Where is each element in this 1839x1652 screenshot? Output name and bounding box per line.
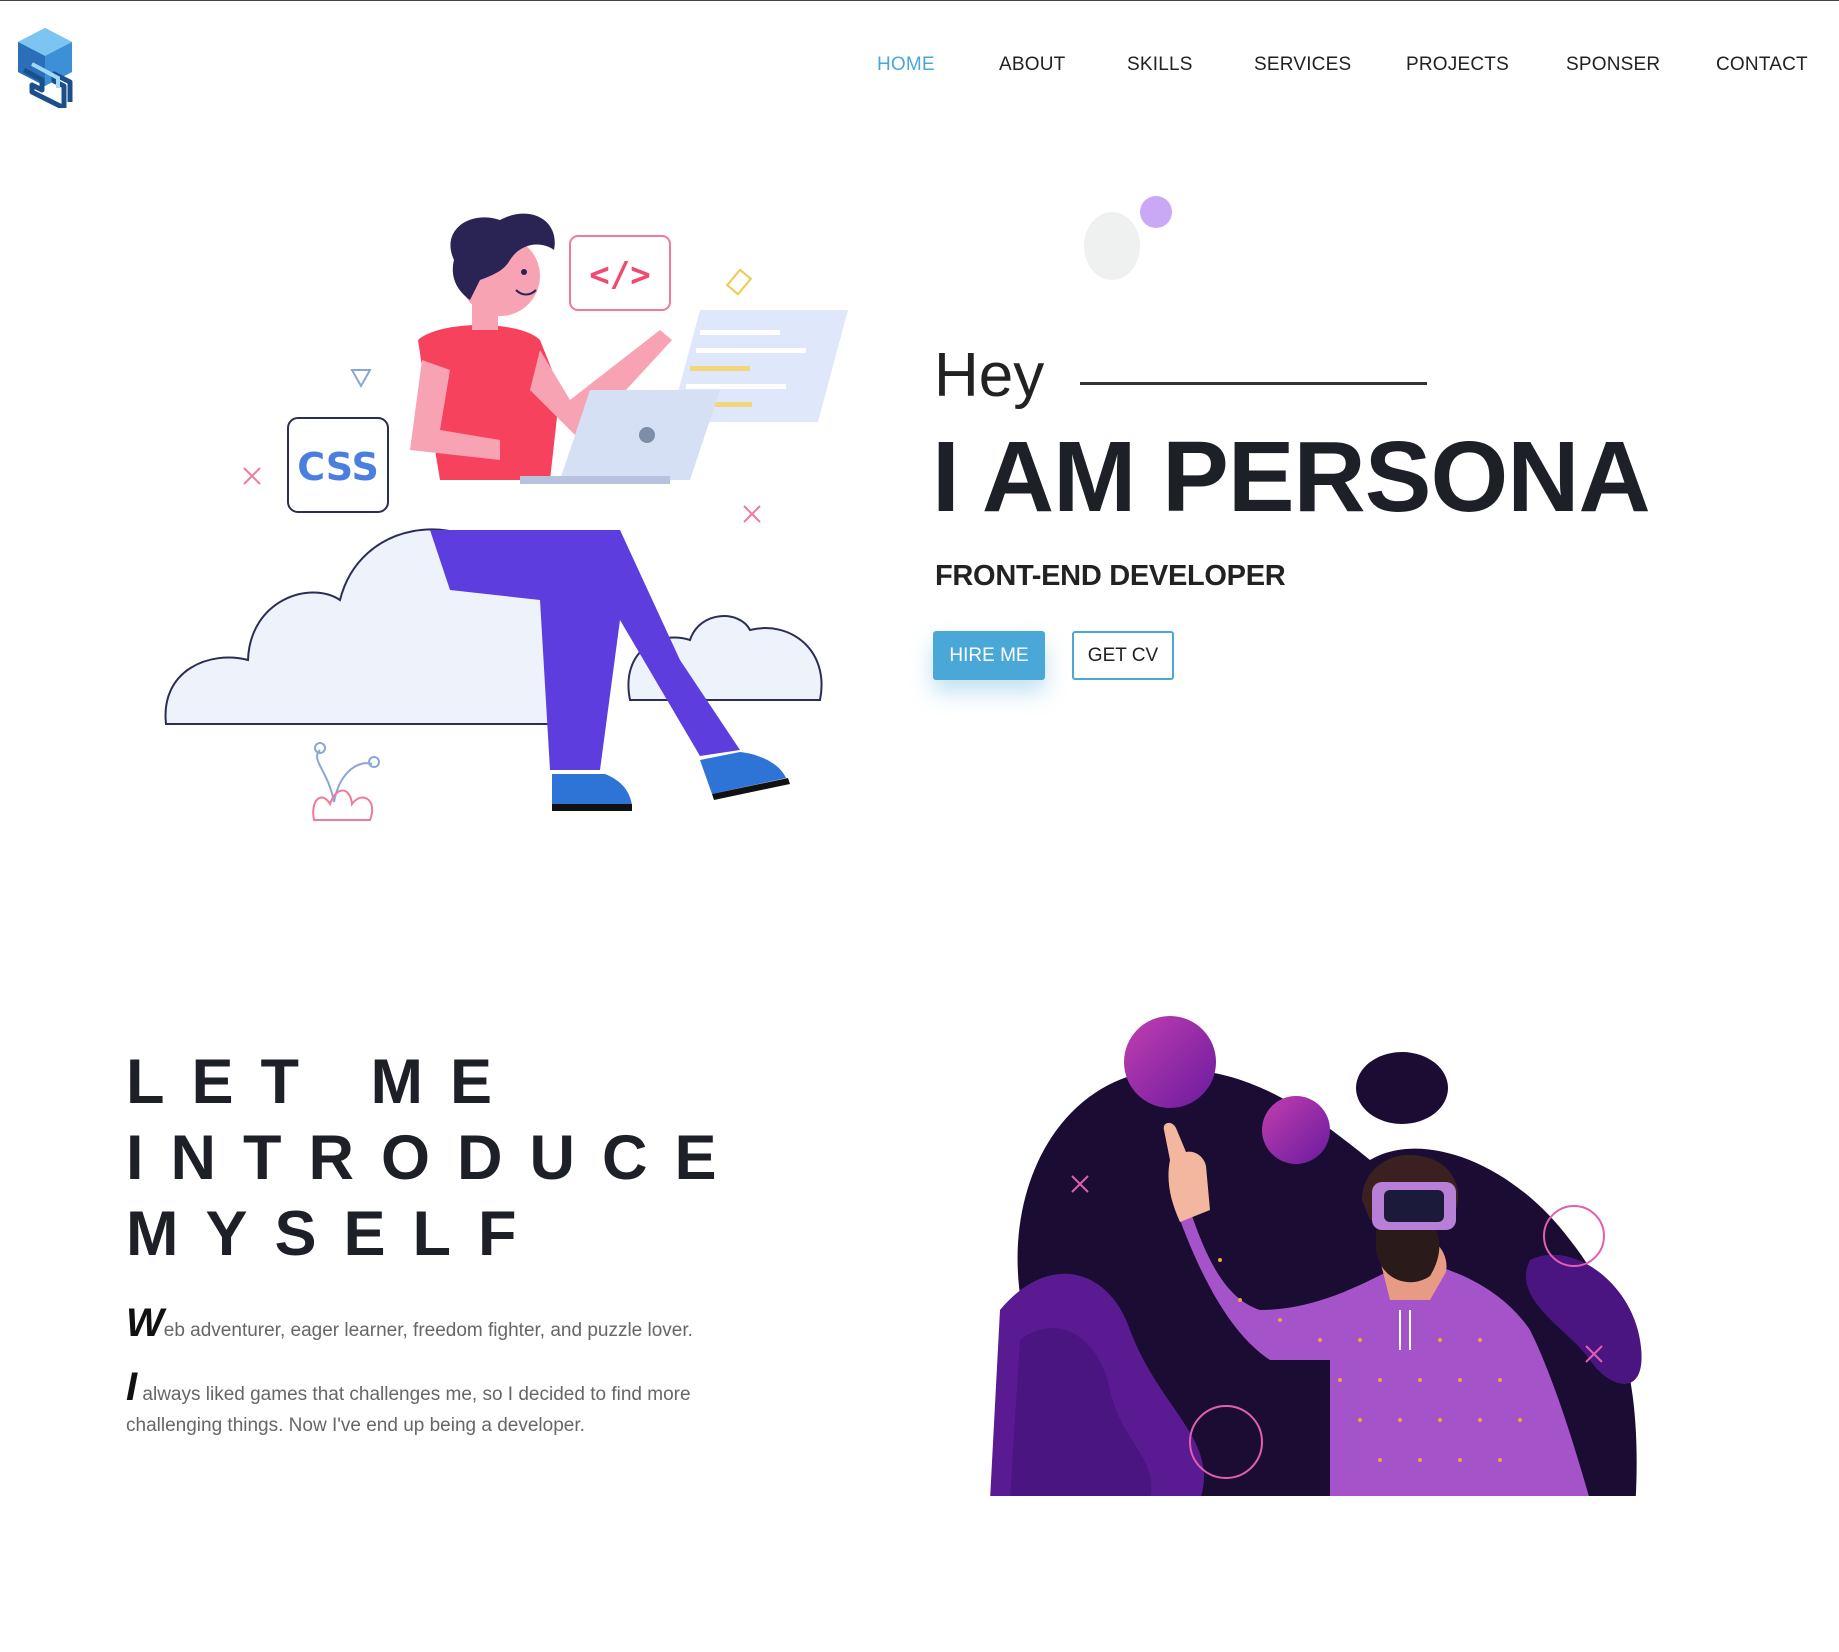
css-badge-text: CSS (297, 445, 379, 489)
hero-role: FRONT-END DEVELOPER (935, 560, 1286, 592)
hero-name: I AM PERSONA (932, 421, 1651, 533)
nav-sponser[interactable]: SPONSER (1566, 54, 1660, 76)
intro-title-line: MYSELF (126, 1199, 544, 1269)
intro-paragraph: I always liked games that challenges me,… (126, 1367, 746, 1441)
nav-projects[interactable]: PROJECTS (1406, 54, 1509, 76)
nav-about[interactable]: ABOUT (999, 54, 1065, 76)
intro-paragraph-text: always liked games that challenges me, s… (126, 1384, 691, 1436)
nav-skills[interactable]: SKILLS (1127, 54, 1193, 76)
intro-title-line: INTRODUCE (126, 1123, 744, 1193)
main-nav: HOME ABOUT SKILLS SERVICES PROJECTS SPON… (0, 54, 1839, 78)
intro-title-line: LET ME (126, 1047, 519, 1117)
top-border (0, 0, 1839, 1)
code-tag-text: </> (589, 255, 650, 295)
get-cv-button[interactable]: GET CV (1072, 631, 1174, 680)
developer-illustration: CSS </> (164, 213, 848, 821)
greeting-underline (1080, 382, 1427, 385)
intro-paragraph-text: eb adventurer, eager learner, freedom fi… (163, 1320, 693, 1341)
hero-greeting: Hey (934, 341, 1045, 410)
nav-contact[interactable]: CONTACT (1716, 54, 1808, 76)
decor-circle-grey (1084, 212, 1140, 280)
drop-cap: I (126, 1365, 138, 1409)
hire-me-button[interactable]: HIRE ME (933, 631, 1045, 680)
intro-title: LET ME INTRODUCE MYSELF (126, 1044, 744, 1272)
vr-developer-illustration (990, 1016, 1642, 1496)
drop-cap: W (126, 1301, 164, 1345)
decor-circle-purple (1140, 196, 1172, 228)
intro-paragraph: Web adventurer, eager learner, freedom f… (126, 1303, 746, 1346)
nav-home[interactable]: HOME (877, 54, 935, 76)
nav-services[interactable]: SERVICES (1254, 54, 1351, 76)
